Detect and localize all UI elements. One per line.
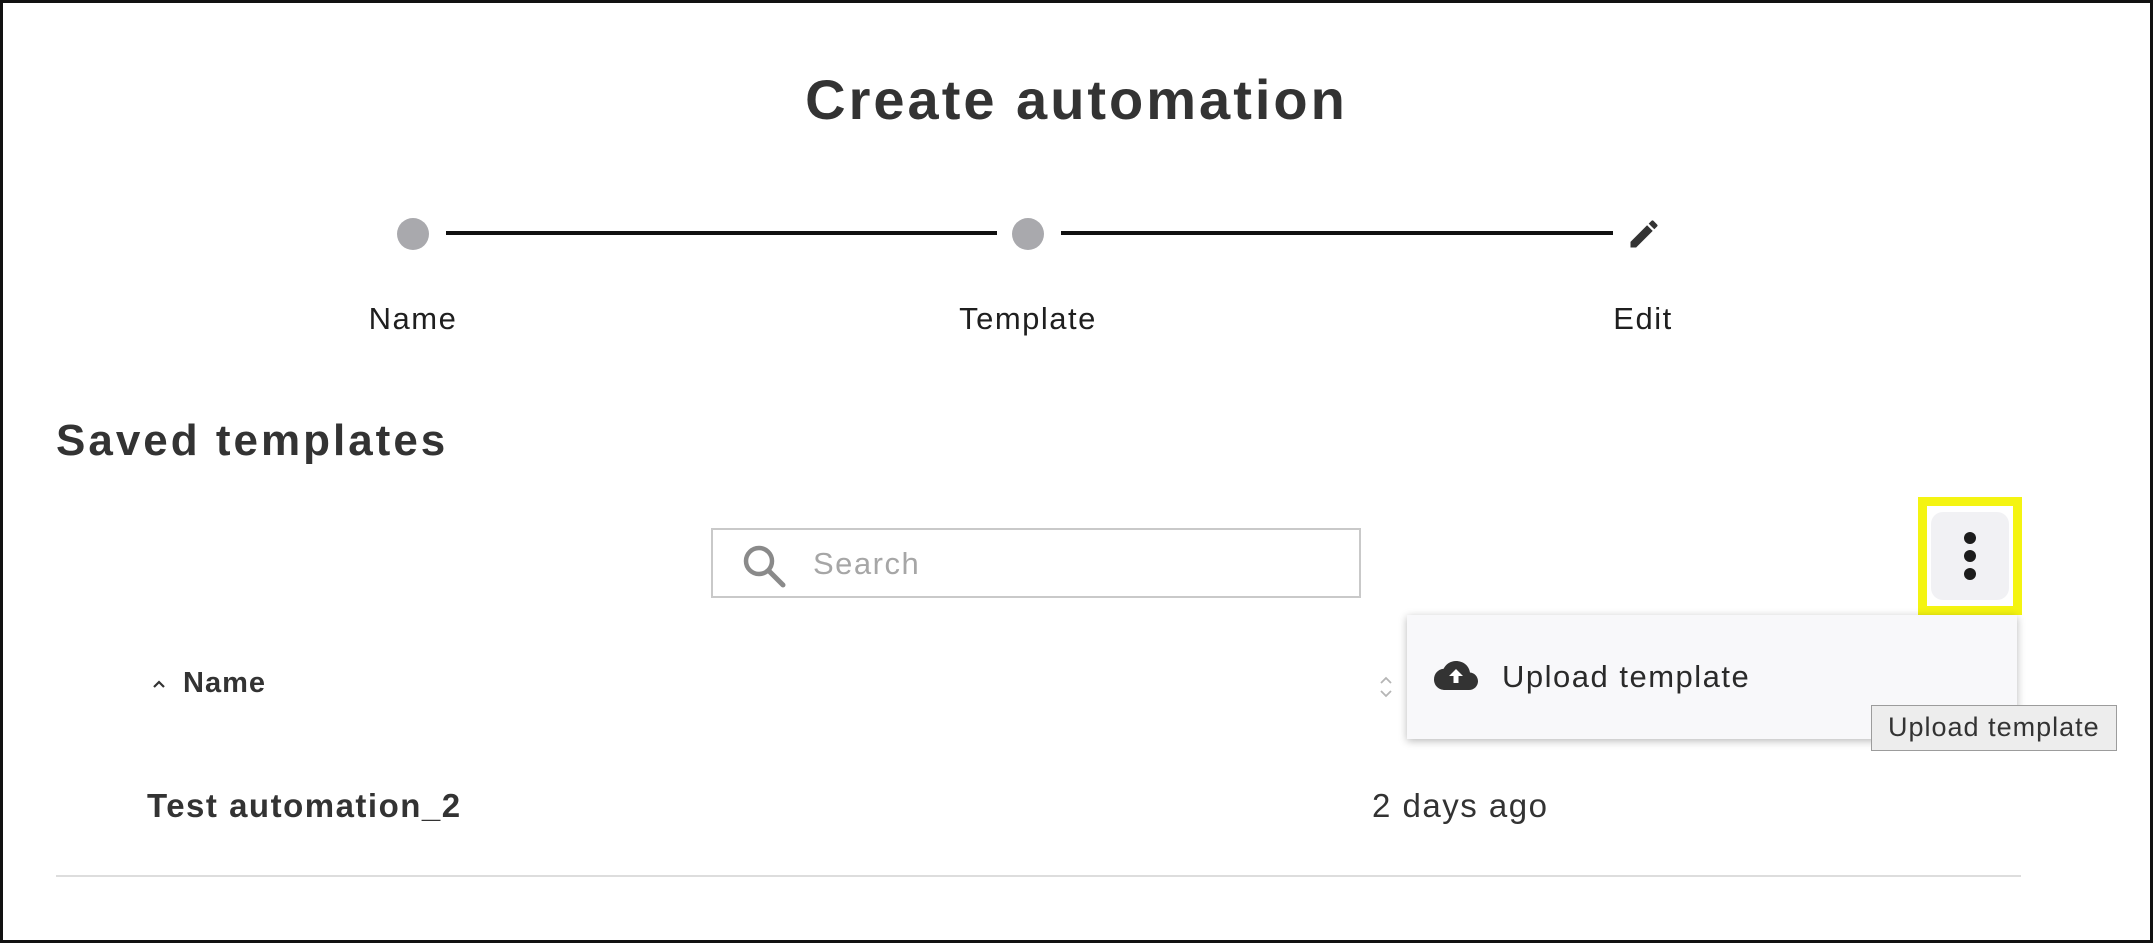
step-name-indicator[interactable] bbox=[397, 218, 429, 250]
step-label-edit[interactable]: Edit bbox=[1493, 301, 1793, 337]
highlight-box bbox=[1918, 497, 2022, 615]
column-header-name-label: Name bbox=[183, 667, 266, 699]
sort-icon[interactable] bbox=[1378, 672, 1394, 702]
template-row-modified: 2 days ago bbox=[1372, 787, 1549, 824]
saved-templates-heading: Saved templates bbox=[56, 416, 449, 465]
cloud-upload-icon bbox=[1434, 661, 1478, 690]
column-header-name[interactable]: Name bbox=[149, 667, 266, 700]
pencil-icon[interactable] bbox=[1626, 216, 1662, 252]
create-automation-dialog: Create automation Name Template Edit Sav… bbox=[0, 0, 2153, 943]
search-input[interactable] bbox=[813, 542, 1333, 586]
search-box[interactable] bbox=[711, 528, 1361, 598]
row-divider bbox=[56, 875, 2021, 877]
sort-ascending-icon bbox=[153, 679, 165, 688]
step-connector-2 bbox=[1061, 231, 1613, 235]
tooltip: Upload template bbox=[1871, 705, 2117, 751]
menu-item-label: Upload template bbox=[1502, 659, 1751, 694]
step-label-name[interactable]: Name bbox=[263, 301, 563, 337]
step-connector-1 bbox=[446, 231, 997, 235]
page-title: Create automation bbox=[805, 68, 1348, 131]
step-template-indicator[interactable] bbox=[1012, 218, 1044, 250]
step-label-template[interactable]: Template bbox=[878, 301, 1178, 337]
template-row-name[interactable]: Test automation_2 bbox=[147, 787, 462, 825]
search-icon bbox=[743, 545, 786, 588]
